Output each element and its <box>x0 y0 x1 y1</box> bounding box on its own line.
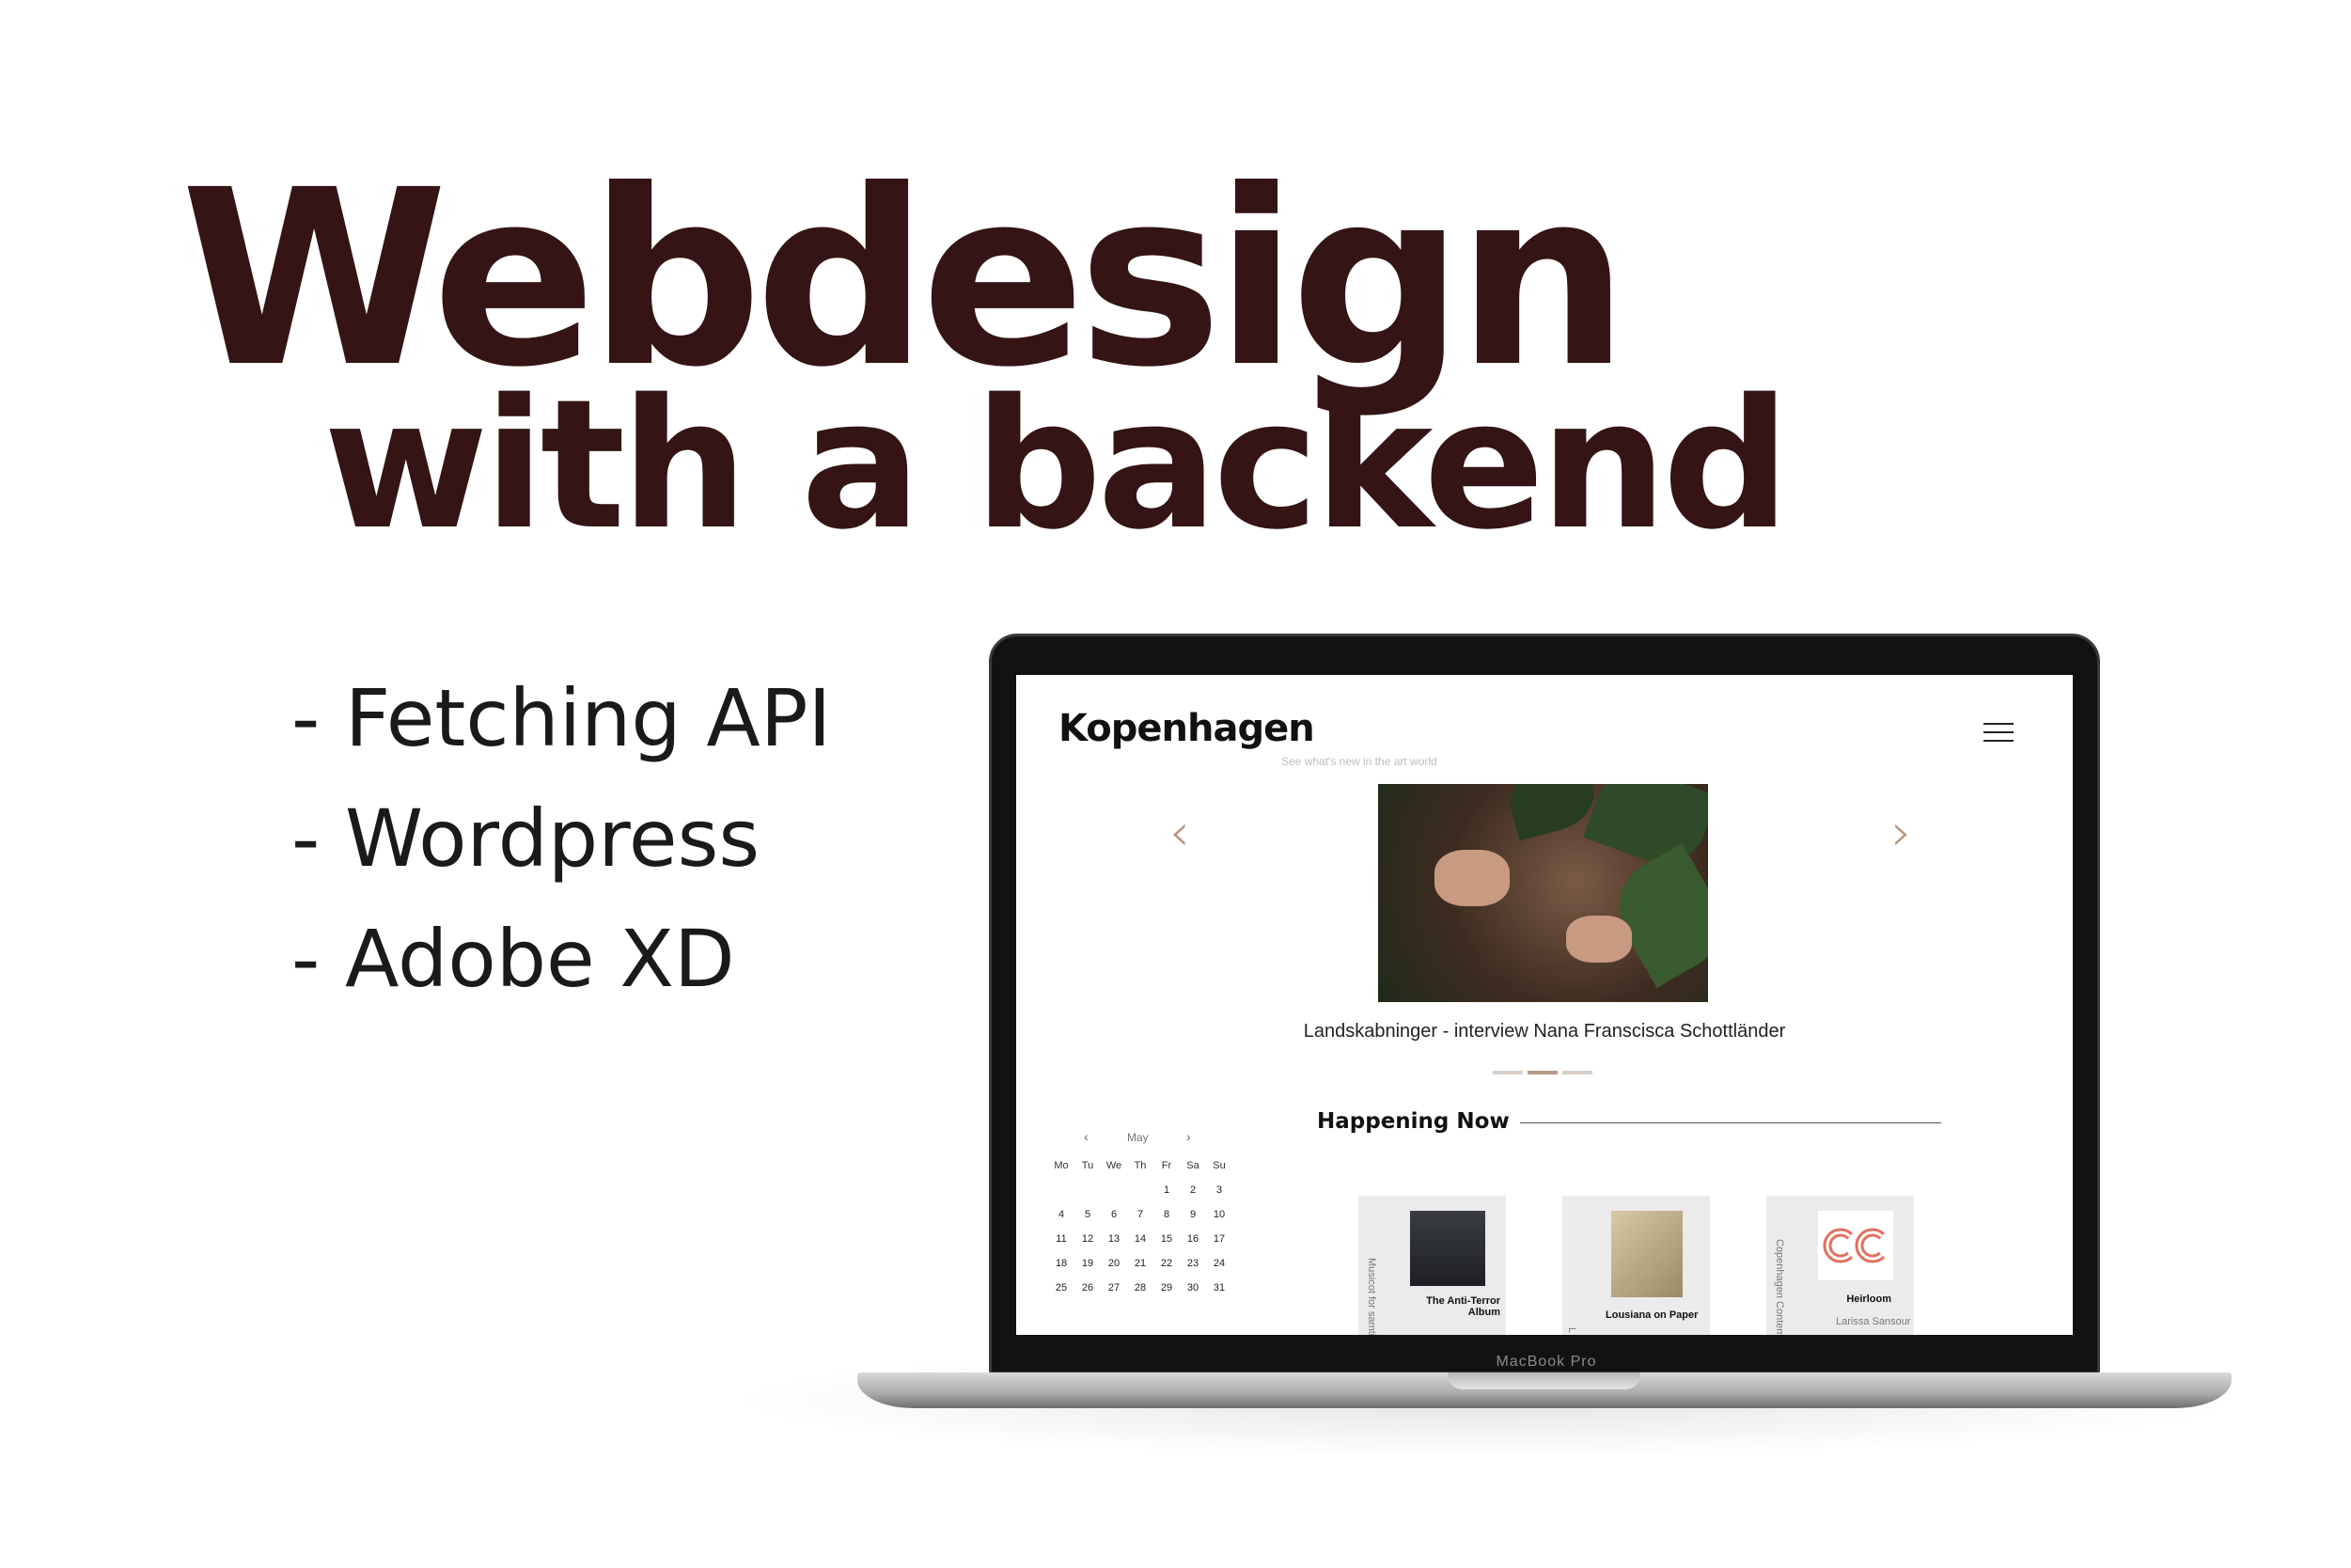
card-side-label: Musicot for samtid <box>1366 1258 1377 1335</box>
calendar-weekday: Th <box>1134 1160 1147 1171</box>
laptop-model-label: MacBook Pro <box>1496 1354 1597 1370</box>
calendar-day[interactable]: 19 <box>1074 1251 1101 1276</box>
feature-item: - Adobe XD <box>291 913 735 1005</box>
calendar-day[interactable]: 9 <box>1180 1202 1206 1227</box>
calendar-day[interactable]: 21 <box>1127 1251 1153 1276</box>
site-logo[interactable]: Kopenhagen <box>1058 707 1315 750</box>
calendar-day[interactable]: 13 <box>1101 1227 1127 1251</box>
card-title: Lousiana on Paper <box>1606 1309 1699 1321</box>
carousel-indicators <box>1493 1062 1597 1079</box>
laptop-screen: Kopenhagen See what's new in the art wor… <box>1016 675 2073 1335</box>
calendar-day[interactable]: 12 <box>1074 1227 1101 1251</box>
feature-item: - Wordpress <box>291 792 760 885</box>
card-title: The Anti-Terror Album <box>1426 1295 1500 1318</box>
calendar-day[interactable]: 15 <box>1153 1227 1180 1251</box>
calendar-weekday: Su <box>1213 1160 1226 1171</box>
cc-logo-image <box>1818 1211 1893 1280</box>
hamburger-menu-icon[interactable] <box>1983 721 2014 744</box>
section-divider <box>1520 1122 1941 1123</box>
calendar-day[interactable]: 5 <box>1074 1202 1101 1227</box>
calendar-weekday: Fr <box>1161 1160 1172 1171</box>
event-card[interactable]: L Lousiana on Paper <box>1562 1196 1710 1335</box>
chevron-left-icon[interactable]: ‹ <box>1169 803 1190 862</box>
calendar-day[interactable]: 24 <box>1206 1251 1232 1276</box>
calendar-day[interactable]: 18 <box>1048 1251 1074 1276</box>
calendar-day[interactable]: 8 <box>1153 1202 1180 1227</box>
calendar-day[interactable]: 7 <box>1127 1202 1153 1227</box>
calendar-day[interactable]: 29 <box>1153 1276 1180 1300</box>
calendar-day[interactable] <box>1101 1178 1127 1202</box>
calendar-prev-icon[interactable]: ‹ <box>1084 1129 1089 1144</box>
calendar-day[interactable]: 16 <box>1180 1227 1206 1251</box>
feature-item: - Fetching API <box>291 672 832 764</box>
calendar-day[interactable]: 22 <box>1153 1251 1180 1276</box>
calendar-day[interactable]: 26 <box>1074 1276 1101 1300</box>
calendar-day[interactable]: 28 <box>1127 1276 1153 1300</box>
calendar-day[interactable]: 25 <box>1048 1276 1074 1300</box>
calendar-day[interactable]: 6 <box>1101 1202 1127 1227</box>
calendar-month: May <box>1127 1131 1149 1144</box>
calendar-day[interactable]: 3 <box>1206 1178 1232 1202</box>
calendar-grid: Mo Tu We Th Fr Sa Su 1 2 3 4 5 6 7 8 9 1… <box>1048 1153 1232 1300</box>
card-subtitle: Larissa Sansour <box>1836 1316 1911 1327</box>
calendar-day[interactable]: 20 <box>1101 1251 1127 1276</box>
carousel-dot[interactable] <box>1562 1071 1592 1074</box>
calendar-day[interactable]: 11 <box>1048 1227 1074 1251</box>
card-side-label: Copenhagen Contem <box>1774 1239 1785 1335</box>
calendar-weekday: Sa <box>1186 1160 1199 1171</box>
calendar-weekday: Tu <box>1081 1160 1094 1171</box>
card-title: Heirloom <box>1846 1294 1891 1305</box>
event-card[interactable]: Musicot for samtid The Anti-Terror Album <box>1358 1196 1506 1335</box>
calendar-day[interactable]: 31 <box>1206 1276 1232 1300</box>
carousel-image <box>1378 784 1708 1002</box>
calendar-day[interactable]: 14 <box>1127 1227 1153 1251</box>
artwork-image <box>1611 1211 1683 1297</box>
headline-line-2: with a backend <box>323 361 1790 569</box>
carousel-dot[interactable] <box>1493 1071 1523 1074</box>
calendar-day[interactable] <box>1127 1178 1153 1202</box>
feature-list: - Fetching API - Wordpress - Adobe XD <box>291 658 831 1019</box>
calendar-next-icon[interactable]: › <box>1186 1129 1191 1144</box>
section-title: Happening Now <box>1317 1109 1510 1134</box>
carousel-caption[interactable]: Landskabninger - interview Nana Franscis… <box>1016 1021 2073 1043</box>
event-card[interactable]: Copenhagen Contem Heirloom Larissa Sanso… <box>1766 1196 1914 1335</box>
calendar-day[interactable]: 4 <box>1048 1202 1074 1227</box>
calendar-day[interactable]: 1 <box>1153 1178 1180 1202</box>
calendar-weekday: We <box>1105 1160 1122 1171</box>
calendar-day[interactable]: 10 <box>1206 1202 1232 1227</box>
calendar-day[interactable] <box>1074 1178 1101 1202</box>
calendar-day[interactable]: 27 <box>1101 1276 1127 1300</box>
calendar-weekday: Mo <box>1054 1160 1069 1171</box>
card-side-label: L <box>1566 1327 1577 1334</box>
calendar-day[interactable]: 23 <box>1180 1251 1206 1276</box>
album-cover-image <box>1410 1211 1485 1286</box>
site-tagline: See what's new in the art world <box>1281 755 1437 768</box>
calendar-day[interactable]: 17 <box>1206 1227 1232 1251</box>
calendar-day[interactable]: 30 <box>1180 1276 1206 1300</box>
laptop-notch <box>1448 1372 1640 1389</box>
chevron-right-icon[interactable]: › <box>1891 803 1912 862</box>
calendar-day[interactable]: 2 <box>1180 1178 1206 1202</box>
carousel-dot[interactable] <box>1528 1071 1558 1074</box>
calendar-day[interactable] <box>1048 1178 1074 1202</box>
